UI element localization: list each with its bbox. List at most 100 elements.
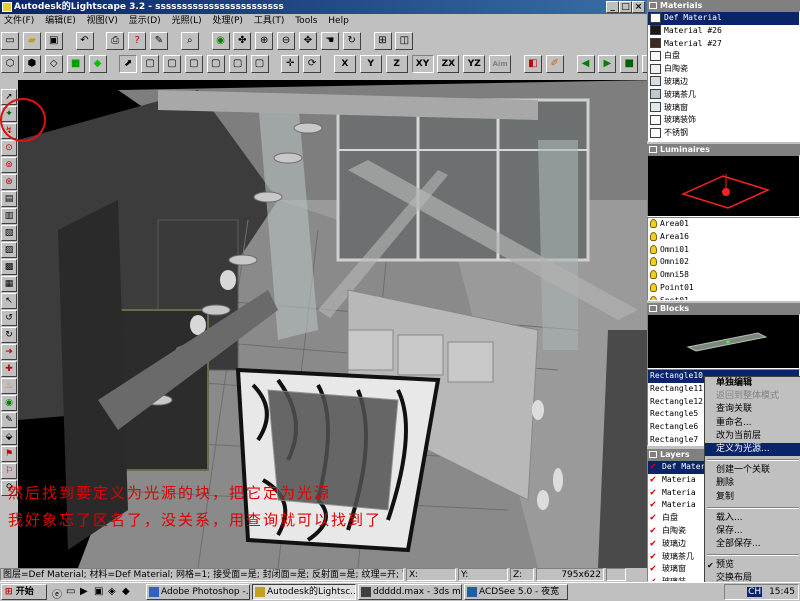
luminaires-list[interactable]: Area01 Area16 Omni01 Omni02 Omni58 Point01 Spo… bbox=[647, 217, 800, 301]
light-bulb-icon[interactable]: ♨ bbox=[1, 378, 17, 394]
menu-view[interactable]: 视图(V) bbox=[83, 14, 122, 29]
walker-icon[interactable]: ⚑ bbox=[1, 446, 17, 462]
check-icon[interactable]: ✔ bbox=[650, 525, 659, 535]
render-icon[interactable]: ◧ bbox=[523, 55, 542, 73]
paint-icon[interactable]: ✐ bbox=[545, 55, 564, 73]
context-menu-item[interactable]: 查询关联 bbox=[705, 403, 800, 416]
check-icon[interactable]: ✔ bbox=[650, 462, 659, 472]
taskbar-task[interactable]: ACDSee 5.0 - 夜宽 bbox=[464, 584, 568, 600]
luminaire-item[interactable]: Omni02 bbox=[648, 256, 799, 269]
select-icon[interactable]: ⬈ bbox=[119, 55, 138, 73]
materials-title-bar[interactable]: Materials bbox=[647, 0, 800, 11]
menu-file[interactable]: 文件(F) bbox=[0, 14, 38, 29]
axis-y-button[interactable]: Y bbox=[359, 55, 382, 73]
globe-icon[interactable]: ◉ bbox=[1, 395, 17, 411]
material-item[interactable]: 玻璃边 bbox=[648, 76, 799, 89]
plus-icon[interactable]: ✚ bbox=[1, 361, 17, 377]
window-title-bar[interactable]: Autodesk的Lightscape 3.2 - ssssssssssssss… bbox=[0, 0, 647, 14]
menu-light[interactable]: 光照(L) bbox=[168, 14, 206, 29]
material-item[interactable]: 白陶瓷 bbox=[648, 63, 799, 76]
taskbar-task[interactable]: Autodesk的Lightsc... bbox=[252, 584, 356, 600]
box-3-icon[interactable]: ▢ bbox=[184, 55, 203, 73]
context-menu-item[interactable]: 保存... bbox=[705, 525, 800, 538]
material-item[interactable]: 白盘 bbox=[648, 50, 799, 63]
blocks-title-bar[interactable]: Blocks bbox=[647, 303, 800, 314]
desktop-icon[interactable]: ▭ bbox=[66, 586, 75, 597]
box-5-icon[interactable]: ▢ bbox=[228, 55, 247, 73]
check-icon[interactable]: ✔ bbox=[650, 538, 659, 548]
eye-icon[interactable]: ◉ bbox=[211, 32, 230, 50]
context-menu-item[interactable]: 单独编辑 bbox=[705, 377, 800, 390]
check-icon[interactable]: ✔ bbox=[650, 474, 659, 484]
context-menu-item[interactable]: 定义为光源... bbox=[705, 442, 800, 457]
luminaire-item[interactable]: Spot01 bbox=[648, 295, 799, 300]
explorer-icon[interactable]: ▣ bbox=[94, 586, 103, 597]
clock[interactable]: 15:45 bbox=[769, 587, 795, 597]
context-menu-item[interactable]: 载入... bbox=[705, 512, 800, 525]
rotate-view-2-icon[interactable]: ↻ bbox=[1, 327, 17, 343]
walk-icon[interactable]: ✤ bbox=[233, 32, 252, 50]
box-2-icon[interactable]: ▢ bbox=[163, 55, 181, 73]
minimize-button[interactable]: _ bbox=[606, 1, 619, 13]
luminaire-item[interactable]: Area16 bbox=[648, 231, 799, 244]
context-menu-item[interactable]: ✔ 预览 bbox=[705, 559, 800, 572]
menu-tools[interactable]: Tools bbox=[291, 14, 321, 29]
brush-icon[interactable]: ✎ bbox=[1, 412, 17, 428]
zoom-red-3-icon[interactable]: ⊛ bbox=[1, 174, 17, 190]
doc-6-icon[interactable]: ▦ bbox=[1, 276, 17, 292]
luminaire-item[interactable]: Area01 bbox=[648, 218, 799, 231]
luminaires-title-bar[interactable]: Luminaires bbox=[647, 144, 800, 155]
ime-indicator[interactable]: CH bbox=[747, 587, 763, 597]
light-green-icon[interactable]: ◀ bbox=[576, 55, 595, 73]
doc-2-icon[interactable]: ▥ bbox=[1, 208, 17, 224]
zoom-icon[interactable]: ⌕ bbox=[180, 32, 199, 50]
zoom-red-2-icon[interactable]: ⊚ bbox=[1, 157, 17, 173]
open-folder-icon[interactable]: ▰ bbox=[22, 32, 41, 50]
print-icon[interactable]: ⎙ bbox=[106, 32, 125, 50]
solid-icon[interactable]: ⬢ bbox=[22, 55, 41, 73]
material-item[interactable]: 不锈钢 bbox=[648, 127, 799, 140]
context-menu-item[interactable]: 删除 bbox=[705, 477, 800, 490]
app-1-icon[interactable]: ◈ bbox=[108, 586, 116, 597]
menu-edit[interactable]: 编辑(E) bbox=[41, 14, 80, 29]
menu-display[interactable]: 显示(D) bbox=[125, 14, 165, 29]
cursor-icon[interactable]: ↖ bbox=[1, 293, 17, 309]
aim-button[interactable]: Aim bbox=[489, 55, 512, 73]
block-green-icon[interactable]: ▶ bbox=[598, 55, 617, 73]
context-menu-item[interactable]: 复制 bbox=[705, 491, 800, 504]
axis-xy-button[interactable]: XY bbox=[411, 55, 434, 73]
ie-icon[interactable]: ⓔ bbox=[52, 586, 62, 601]
check-icon[interactable]: ✔ bbox=[650, 551, 659, 561]
doc-5-icon[interactable]: ▩ bbox=[1, 259, 17, 275]
box-1-icon[interactable]: ▢ bbox=[141, 55, 160, 73]
hand-icon[interactable]: ☚ bbox=[320, 32, 339, 50]
doc-4-icon[interactable]: ▨ bbox=[1, 242, 17, 258]
check-icon[interactable]: ✔ bbox=[650, 487, 659, 497]
outline-icon[interactable]: ◇ bbox=[44, 55, 63, 73]
check-icon[interactable]: ✔ bbox=[650, 564, 659, 574]
material-item[interactable]: Material #27 bbox=[648, 38, 799, 51]
zoom-window-icon[interactable]: ⊞ bbox=[373, 32, 392, 50]
taskbar-task[interactable]: Adobe Photoshop -... bbox=[146, 584, 250, 600]
app-2-icon[interactable]: ◆ bbox=[122, 586, 130, 597]
texture-green-icon[interactable]: ◆ bbox=[88, 55, 107, 73]
maximize-button[interactable]: □ bbox=[619, 1, 632, 13]
wireframe-icon[interactable]: ⬡ bbox=[1, 55, 19, 73]
help-icon[interactable]: ? bbox=[128, 32, 147, 50]
move-icon[interactable]: ✛ bbox=[281, 55, 300, 73]
material-item[interactable]: Def Material bbox=[648, 12, 799, 25]
shaded-green-icon[interactable]: ■ bbox=[66, 55, 85, 73]
context-menu-item[interactable]: 改为当前层 bbox=[705, 430, 800, 443]
save-icon[interactable]: ▣ bbox=[44, 32, 63, 50]
menu-tools-cn[interactable]: 工具(T) bbox=[250, 14, 289, 29]
paint-bucket-icon[interactable]: ⬙ bbox=[1, 429, 17, 445]
material-item[interactable]: 玻璃窗 bbox=[648, 102, 799, 115]
context-menu-item[interactable]: 全部保存... bbox=[705, 538, 800, 551]
check-icon[interactable]: ✔ bbox=[650, 513, 659, 523]
tool-icon[interactable]: ✎ bbox=[150, 32, 168, 50]
pan-icon[interactable]: ✥ bbox=[299, 32, 317, 50]
zoom-in-icon[interactable]: ⊕ bbox=[255, 32, 274, 50]
zoom-out-icon[interactable]: ⊖ bbox=[277, 32, 296, 50]
material-item[interactable]: Material #26 bbox=[648, 25, 799, 38]
menu-help[interactable]: Help bbox=[324, 14, 353, 29]
